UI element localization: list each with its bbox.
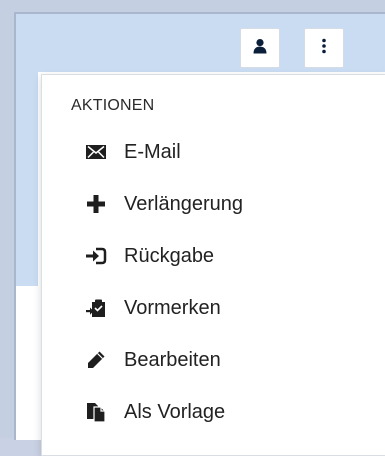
actions-dropdown-menu: AKTIONEN E-Mail Verlängerung Rückgabe Vo… xyxy=(41,74,385,456)
reserve-icon xyxy=(84,296,108,320)
user-icon xyxy=(252,38,268,59)
menu-item-label: Rückgabe xyxy=(124,244,215,267)
content-panel: AKTIONEN E-Mail Verlängerung Rückgabe Vo… xyxy=(14,12,385,456)
menu-item-label: Vormerken xyxy=(124,296,221,319)
menu-item-label: Als Vorlage xyxy=(124,400,226,423)
plus-icon xyxy=(84,192,108,216)
user-button[interactable] xyxy=(240,28,280,68)
panel-side-strip xyxy=(16,72,38,286)
menu-item-reserve[interactable]: Vormerken xyxy=(42,287,385,329)
menu-item-return[interactable]: Rückgabe xyxy=(42,235,385,277)
actions-menu-button[interactable] xyxy=(304,28,344,68)
pencil-icon xyxy=(84,348,108,372)
menu-item-template[interactable]: Als Vorlage xyxy=(42,391,385,433)
menu-item-edit[interactable]: Bearbeiten xyxy=(42,339,385,381)
envelope-icon xyxy=(84,140,108,164)
vertical-dots-icon xyxy=(321,38,327,59)
menu-section-header: AKTIONEN xyxy=(71,97,155,114)
return-icon xyxy=(84,244,108,268)
menu-item-email[interactable]: E-Mail xyxy=(42,131,385,173)
menu-item-renewal[interactable]: Verlängerung xyxy=(42,183,385,225)
copy-icon xyxy=(84,400,108,424)
app-background: AKTIONEN E-Mail Verlängerung Rückgabe Vo… xyxy=(0,0,385,456)
menu-item-label: Bearbeiten xyxy=(124,348,221,371)
menu-item-label: Verlängerung xyxy=(124,192,243,215)
menu-item-label: E-Mail xyxy=(124,140,181,163)
